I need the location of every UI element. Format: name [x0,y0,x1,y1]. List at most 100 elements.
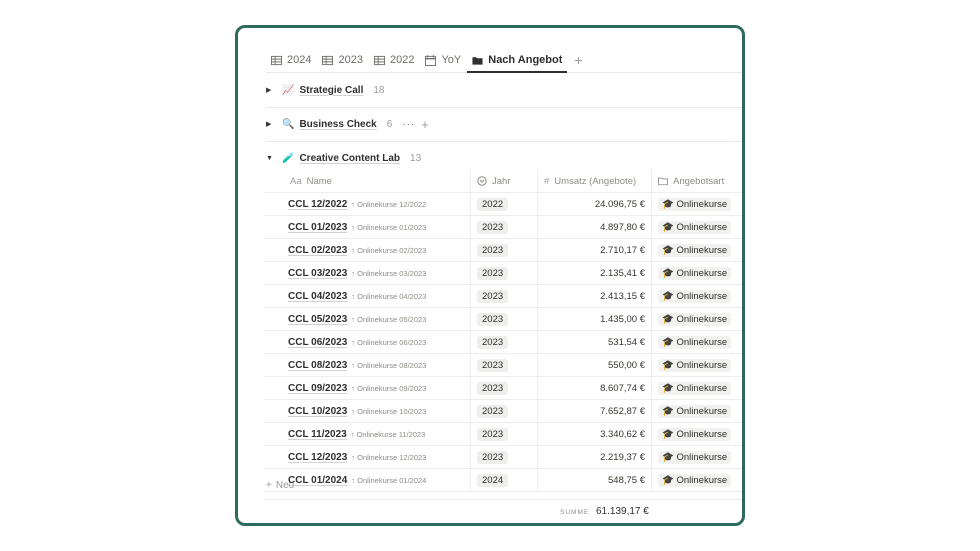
row-title[interactable]: CCL 12/2023 [288,452,347,463]
table-row[interactable]: CCL 04/2023 ↑ Onlinekurse 04/2023 2023 2.41… [264,285,742,308]
revenue-sum[interactable]: SUMME 61.139,17 € [560,506,649,517]
table-row[interactable]: CCL 03/2023 ↑ Onlinekurse 03/2023 2023 2.13… [264,262,742,285]
column-header-revenue[interactable]: # Umsatz (Angebote) [538,170,652,192]
cell-revenue[interactable]: 8.607,74 € [538,377,652,399]
cell-type[interactable]: 🎓 Onlinekurse [652,193,742,215]
caret-right-icon[interactable]: ▶ [266,86,276,94]
cell-revenue[interactable]: 3.340,62 € [538,423,652,445]
row-title[interactable]: CCL 04/2023 [288,291,347,302]
relation-link[interactable]: ↑ Onlinekurse 08/2023 [351,361,426,370]
cell-year[interactable]: 2023 [471,239,538,261]
table-row[interactable]: CCL 06/2023 ↑ Onlinekurse 06/2023 2023 531,… [264,331,742,354]
cell-year[interactable]: 2023 [471,216,538,238]
cell-type[interactable]: 🎓 Onlinekurse [652,469,742,491]
table-row[interactable]: CCL 12/2023 ↑ Onlinekurse 12/2023 2023 2.21… [264,446,742,469]
more-options-icon[interactable]: ··· [402,119,415,130]
table-row[interactable]: CCL 08/2023 ↑ Onlinekurse 08/2023 2023 550,… [264,354,742,377]
caret-down-icon[interactable]: ▼ [266,155,276,162]
add-view-button[interactable]: + [568,52,586,72]
group-name[interactable]: Strategie Call [299,85,363,96]
cell-revenue[interactable]: 2.413,15 € [538,285,652,307]
cell-year[interactable]: 2023 [471,262,538,284]
cell-revenue[interactable]: 1.435,00 € [538,308,652,330]
cell-type[interactable]: 🎓 Onlinekurse [652,262,742,284]
cell-revenue[interactable]: 531,54 € [538,331,652,353]
row-title[interactable]: CCL 06/2023 [288,337,347,348]
cell-year[interactable]: 2023 [471,423,538,445]
cell-year[interactable]: 2022 [471,193,538,215]
column-header-type[interactable]: Angebotsart [652,170,742,192]
cell-revenue[interactable]: 2.710,17 € [538,239,652,261]
column-header-name[interactable]: Aa Name [264,170,471,192]
table-row[interactable]: CCL 01/2024 ↑ Onlinekurse 01/2024 2024 548,… [264,469,742,492]
cell-year[interactable]: 2023 [471,331,538,353]
cell-type[interactable]: 🎓 Onlinekurse [652,423,742,445]
cell-type[interactable]: 🎓 Onlinekurse [652,400,742,422]
relation-link[interactable]: ↑ Onlinekurse 03/2023 [351,269,426,278]
cell-type[interactable]: 🎓 Onlinekurse [652,239,742,261]
row-title[interactable]: CCL 09/2023 [288,383,347,394]
tab-2024[interactable]: 2024 [266,54,316,72]
cell-revenue[interactable]: 4.897,80 € [538,216,652,238]
row-title[interactable]: CCL 01/2024 [288,475,347,486]
new-row-button[interactable]: + Neu [266,480,294,491]
graduation-cap-icon: 🎓 [662,474,674,486]
relation-link[interactable]: ↑ Onlinekurse 09/2023 [351,384,426,393]
row-title[interactable]: CCL 05/2023 [288,314,347,325]
table-row[interactable]: CCL 10/2023 ↑ Onlinekurse 10/2023 2023 7.65… [264,400,742,423]
table-row[interactable]: CCL 11/2023 ↑ Onlinekurse 11/2023 2023 3.34… [264,423,742,446]
caret-right-icon[interactable]: ▶ [266,120,276,128]
table-row[interactable]: CCL 09/2023 ↑ Onlinekurse 09/2023 2023 8.60… [264,377,742,400]
cell-type[interactable]: 🎓 Onlinekurse [652,377,742,399]
table-row[interactable]: CCL 01/2023 ↑ Onlinekurse 01/2023 2023 4.89… [264,216,742,239]
relation-link[interactable]: ↑ Onlinekurse 01/2024 [351,476,426,485]
row-title[interactable]: CCL 10/2023 [288,406,347,417]
table-row[interactable]: CCL 02/2023 ↑ Onlinekurse 02/2023 2023 2.71… [264,239,742,262]
cell-year[interactable]: 2023 [471,446,538,468]
relation-link[interactable]: ↑ Onlinekurse 10/2023 [351,407,426,416]
row-title[interactable]: CCL 03/2023 [288,268,347,279]
tab-nach-angebot[interactable]: Nach Angebot [467,54,568,73]
cell-type[interactable]: 🎓 Onlinekurse [652,354,742,376]
cell-revenue[interactable]: 550,00 € [538,354,652,376]
relation-link[interactable]: ↑ Onlinekurse 12/2023 [351,453,426,462]
row-title[interactable]: CCL 02/2023 [288,245,347,256]
add-item-icon[interactable]: + [421,117,429,132]
cell-type[interactable]: 🎓 Onlinekurse [652,216,742,238]
row-title[interactable]: CCL 11/2023 [288,429,347,440]
cell-year[interactable]: 2024 [471,469,538,491]
cell-year[interactable]: 2023 [471,285,538,307]
group-name[interactable]: Business Check [299,119,376,130]
relation-link[interactable]: ↑ Onlinekurse 02/2023 [351,246,426,255]
relation-link[interactable]: ↑ Onlinekurse 11/2023 [351,430,426,439]
cell-year[interactable]: 2023 [471,400,538,422]
row-title[interactable]: CCL 01/2023 [288,222,347,233]
cell-revenue[interactable]: 548,75 € [538,469,652,491]
row-title[interactable]: CCL 12/2022 [288,199,347,210]
cell-type[interactable]: 🎓 Onlinekurse [652,446,742,468]
cell-revenue[interactable]: 2.219,37 € [538,446,652,468]
row-title[interactable]: CCL 08/2023 [288,360,347,371]
column-header-year[interactable]: Jahr [471,170,538,192]
cell-type[interactable]: 🎓 Onlinekurse [652,308,742,330]
tab-2022[interactable]: 2022 [369,54,419,72]
cell-revenue[interactable]: 7.652,87 € [538,400,652,422]
cell-revenue[interactable]: 24.096,75 € [538,193,652,215]
cell-type[interactable]: 🎓 Onlinekurse [652,331,742,353]
type-label: Onlinekurse [676,244,728,256]
group-name[interactable]: Creative Content Lab [299,153,400,164]
tab-2023[interactable]: 2023 [317,54,367,72]
cell-revenue[interactable]: 2.135,41 € [538,262,652,284]
table-row[interactable]: CCL 05/2023 ↑ Onlinekurse 05/2023 2023 1.43… [264,308,742,331]
table-row[interactable]: CCL 12/2022 ↑ Onlinekurse 12/2022 2022 24.0… [264,193,742,216]
cell-year[interactable]: 2023 [471,308,538,330]
cell-year[interactable]: 2023 [471,377,538,399]
relation-link[interactable]: ↑ Onlinekurse 06/2023 [351,338,426,347]
tab-yoy[interactable]: YoY [420,54,466,72]
cell-type[interactable]: 🎓 Onlinekurse [652,285,742,307]
cell-year[interactable]: 2023 [471,354,538,376]
relation-link[interactable]: ↑ Onlinekurse 04/2023 [351,292,426,301]
relation-link[interactable]: ↑ Onlinekurse 05/2023 [351,315,426,324]
relation-link[interactable]: ↑ Onlinekurse 12/2022 [351,200,426,209]
relation-link[interactable]: ↑ Onlinekurse 01/2023 [351,223,426,232]
